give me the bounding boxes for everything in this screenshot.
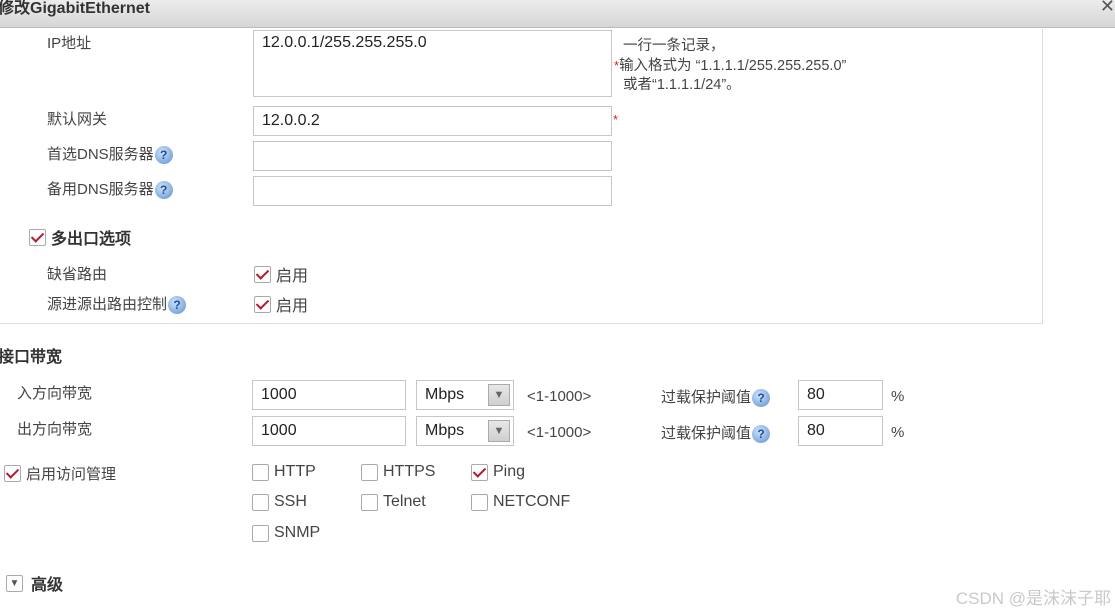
source-route-checkbox[interactable] <box>254 295 271 313</box>
default-route-checkbox[interactable] <box>254 265 271 283</box>
percent-label: % <box>891 424 905 441</box>
ip-label: IP地址 <box>47 35 92 52</box>
inbound-unit-select[interactable]: Mbps ▼ <box>416 380 514 410</box>
outbound-bandwidth-input[interactable]: 1000 <box>252 416 406 446</box>
dns1-label: 首选DNS服务器 <box>47 146 154 163</box>
overload-label: 过载保护阈值 <box>661 425 752 442</box>
chevron-down-icon[interactable]: ▼ <box>488 420 510 442</box>
help-icon[interactable]: ? <box>752 389 771 408</box>
dialog-titlebar: 修改GigabitEthernet ✕ <box>0 0 1115 28</box>
close-icon[interactable]: ✕ <box>1100 0 1115 17</box>
watermark: CSDN @是沫沫子耶 <box>955 589 1111 608</box>
default-route-option: 启用 <box>276 268 309 285</box>
https-label: HTTPS <box>383 463 436 480</box>
ssh-checkbox[interactable] <box>252 493 269 511</box>
dialog-title: 修改GigabitEthernet <box>0 0 151 17</box>
dns2-label: 备用DNS服务器 <box>47 181 154 198</box>
http-label: HTTP <box>274 463 316 480</box>
help-icon[interactable]: ? <box>752 425 771 444</box>
help-icon[interactable]: ? <box>154 181 173 200</box>
outbound-range: <1-1000> <box>527 424 592 441</box>
dns1-input[interactable] <box>253 141 612 171</box>
ip-hint-line1: 一行一条记录， <box>623 38 725 54</box>
dns2-input[interactable] <box>253 176 612 206</box>
outbound-overload-input[interactable]: 80 <box>798 416 883 446</box>
ping-checkbox[interactable] <box>471 463 488 481</box>
gateway-input[interactable]: 12.0.0.2 <box>253 106 612 136</box>
percent-label: % <box>891 388 905 405</box>
required-star: * <box>613 112 619 127</box>
inbound-range: <1-1000> <box>527 388 592 405</box>
inbound-unit-value: Mbps <box>425 386 465 403</box>
access-management-label: 启用访问管理 <box>26 466 117 483</box>
telnet-label: Telnet <box>383 493 426 510</box>
advanced-label: 高级 <box>31 577 64 594</box>
netconf-label: NETCONF <box>493 493 571 510</box>
outbound-unit-value: Mbps <box>425 422 465 439</box>
multi-exit-label: 多出口选项 <box>51 231 132 248</box>
source-route-option: 启用 <box>276 298 309 315</box>
overload-label: 过载保护阈值 <box>661 389 752 406</box>
gateway-label: 默认网关 <box>47 111 108 128</box>
snmp-label: SNMP <box>274 524 321 541</box>
help-icon[interactable]: ? <box>168 296 187 315</box>
outbound-unit-select[interactable]: Mbps ▼ <box>416 416 514 446</box>
snmp-checkbox[interactable] <box>252 524 269 542</box>
outbound-bandwidth-label: 出方向带宽 <box>17 421 93 438</box>
inbound-overload-input[interactable]: 80 <box>798 380 883 410</box>
ip-hint-line2: 输入格式为 “1.1.1.1/255.255.255.0” <box>619 58 847 74</box>
https-checkbox[interactable] <box>361 463 378 481</box>
http-checkbox[interactable] <box>252 463 269 481</box>
bandwidth-section-title: 接口带宽 <box>0 349 63 366</box>
ping-label: Ping <box>493 463 526 480</box>
ssh-label: SSH <box>274 493 307 510</box>
multi-exit-checkbox[interactable] <box>29 228 46 246</box>
default-route-label: 缺省路由 <box>47 266 108 283</box>
inbound-bandwidth-input[interactable]: 1000 <box>252 380 406 410</box>
ip-hint-line3: 或者“1.1.1.1/24”。 <box>623 77 741 93</box>
access-management-checkbox[interactable] <box>4 465 21 482</box>
inbound-bandwidth-label: 入方向带宽 <box>17 385 93 402</box>
telnet-checkbox[interactable] <box>361 493 378 511</box>
ip-address-textarea[interactable]: 12.0.0.1/255.255.255.0 <box>253 30 612 97</box>
advanced-toggle[interactable]: ▼ 高级 <box>6 571 63 595</box>
netconf-checkbox[interactable] <box>471 493 488 511</box>
source-route-label: 源进源出路由控制 <box>47 296 168 313</box>
help-icon[interactable]: ? <box>154 146 173 165</box>
chevron-down-icon[interactable]: ▼ <box>488 384 510 406</box>
collapse-triangle-icon[interactable]: ▼ <box>6 574 23 592</box>
